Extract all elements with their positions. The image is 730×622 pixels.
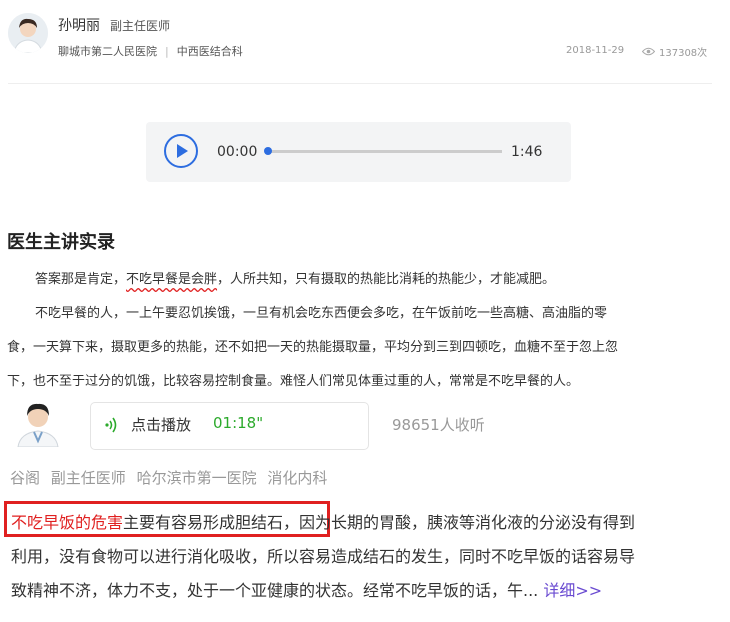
excerpt-line-1: 不吃早饭的危害主要有容易形成胆结石，因为长期的胃酸，胰液等消化液的分泌没有得到 — [11, 509, 635, 533]
excerpt-line-2: 利用，没有食物可以进行消化吸收，所以容易造成结石的发生，同时不吃早饭的话容易导 — [11, 547, 636, 566]
voice-play-label[interactable]: 点击播放 — [131, 414, 191, 435]
doctor2-department: 消化内科 — [267, 469, 328, 487]
divider: | — [165, 45, 169, 58]
duration: 1:46 — [511, 144, 543, 160]
doctor-affiliation: 聊城市第二人民医院 | 中西医结合科 — [58, 43, 243, 59]
paragraph-1-start: 答案那是肯定， — [35, 272, 127, 287]
play-icon — [177, 144, 188, 158]
paragraph-1-end: ，人所共知，只有摄取的热能比消耗的热能少，才能减肥。 — [217, 272, 556, 287]
doctor2-title: 副主任医师 — [50, 469, 126, 487]
paragraph-2-line: 不吃早餐的人，一上午要忍饥挨饿，一旦有机会吃东西便会多吃，在午饭前吃一些高糖、高… — [35, 306, 608, 321]
hospital-name: 聊城市第二人民医院 — [58, 45, 157, 58]
paragraph-1: 答案那是肯定，不吃早餐是会胖，人所共知，只有摄取的热能比消耗的热能少，才能减肥。 — [35, 268, 555, 287]
section-title: 医生主讲实录 — [7, 232, 115, 253]
excerpt-keyword: 不吃早饭的危害 — [11, 513, 124, 532]
sound-wave-icon — [104, 416, 118, 434]
excerpt-line-3-text: 致精神不济，体力不支，处于一个亚健康的状态。经常不吃早饭的话，午... — [11, 581, 539, 600]
paragraph-2-line: 下，也不至于过分的饥饿，比较容易控制食量。难怪人们常见体重过重的人，常常是不吃早… — [7, 374, 580, 389]
excerpt-line-3: 致精神不济，体力不支，处于一个亚健康的状态。经常不吃早饭的话，午... 详细>> — [11, 577, 602, 601]
doctor-name[interactable]: 孙明丽 — [58, 15, 100, 35]
doctor2-hospital: 哈尔滨市第一医院 — [136, 469, 257, 487]
doctor2-name[interactable]: 谷阁 — [10, 469, 40, 487]
read-more-link[interactable]: 详细>> — [538, 581, 602, 600]
progress-handle[interactable] — [264, 147, 272, 155]
excerpt-line-1-rest: ，因为长期的胃酸，胰液等消化液的分泌没有得到 — [283, 513, 636, 532]
doctor-avatar[interactable] — [8, 13, 48, 53]
play-button[interactable] — [164, 134, 198, 168]
doctor2-info: 谷阁 副主任医师 哈尔滨市第一医院 消化内科 — [10, 467, 327, 488]
paragraph-2-line: 食，一天算下来，摄取更多的热能，还不如把一天的热能摄取量，平均分到三到四顿吃，血… — [7, 340, 619, 355]
publish-date: 2018-11-29 — [566, 45, 625, 56]
eye-icon — [642, 47, 655, 56]
voice-duration: 01:18" — [213, 414, 264, 432]
department-name: 中西医结合科 — [176, 45, 243, 58]
view-count-value: 137308次 — [659, 48, 708, 59]
highlighted-phrase: 不吃早餐是会胖 — [126, 272, 218, 287]
current-time: 00:00 — [217, 144, 258, 160]
excerpt-boxed-text: 主要有容易形成胆结石 — [123, 513, 284, 532]
listen-count: 98651人收听 — [392, 416, 485, 434]
view-count: 137308次 — [642, 44, 707, 59]
doctor2-avatar[interactable] — [14, 397, 62, 447]
divider-line — [8, 83, 712, 84]
doctor-title: 副主任医师 — [110, 19, 171, 33]
progress-track[interactable] — [270, 150, 502, 153]
